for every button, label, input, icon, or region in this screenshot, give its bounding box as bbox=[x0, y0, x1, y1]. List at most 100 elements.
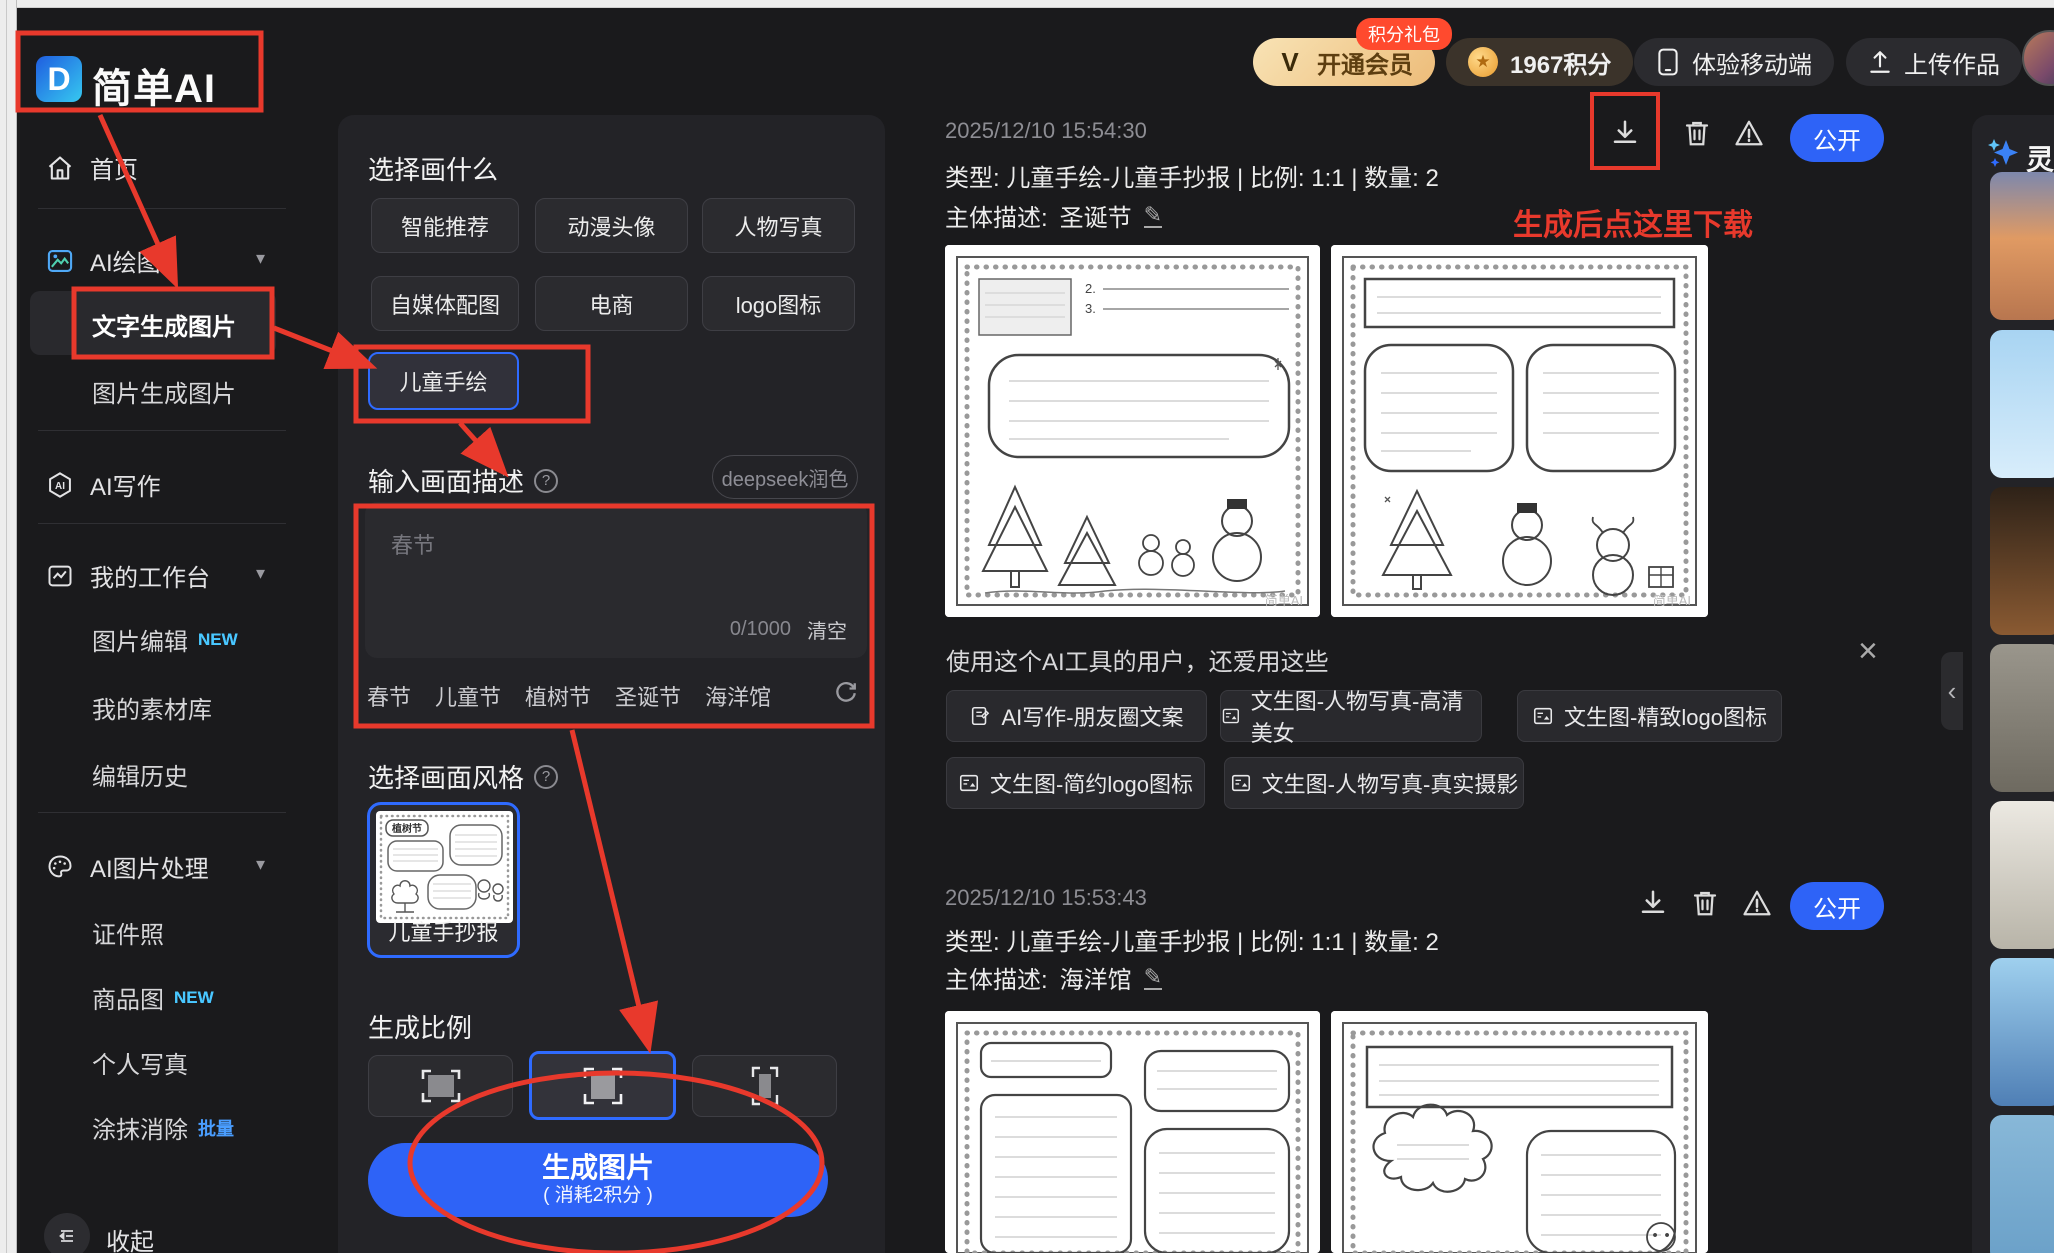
related-tool-logo-simple[interactable]: 文生图-简约logo图标 bbox=[946, 757, 1205, 809]
sidebar-item-ai-writing[interactable]: AI AI写作 bbox=[46, 467, 161, 502]
generated-image[interactable] bbox=[945, 1011, 1320, 1253]
tag-arbor-day[interactable]: 植树节 bbox=[525, 680, 591, 712]
tag-spring-festival[interactable]: 春节 bbox=[367, 680, 411, 712]
inspiration-thumbnail[interactable] bbox=[1990, 801, 2054, 949]
related-tool-portrait-beauty[interactable]: 文生图-人物写真-高清美女 bbox=[1220, 689, 1482, 746]
related-tool-ai-writing[interactable]: AI写作-朋友圈文案 bbox=[946, 690, 1207, 742]
sidebar-item-label: AI图片处理 bbox=[90, 856, 209, 883]
publish-button[interactable]: 公开 bbox=[1790, 882, 1884, 930]
upload-work-button[interactable]: 上传作品 bbox=[1846, 38, 2022, 86]
inspiration-thumbnail[interactable] bbox=[1990, 958, 2054, 1106]
sidebar-item-home[interactable]: 首页 bbox=[46, 150, 138, 185]
edit-pencil-icon[interactable] bbox=[1143, 966, 1163, 990]
inspiration-collapse-tab[interactable] bbox=[1941, 652, 1963, 730]
category-portrait[interactable]: 人物写真 bbox=[702, 198, 855, 253]
category-children-drawing[interactable]: 儿童手绘 bbox=[368, 352, 519, 410]
text-to-image-icon bbox=[960, 774, 979, 792]
points-button[interactable]: 1967积分 bbox=[1446, 38, 1634, 86]
style-title: 选择画面风格 bbox=[368, 763, 525, 793]
brand-logo-text[interactable]: 简单AI bbox=[92, 56, 216, 114]
christmas-newspaper-sketch-2: 简单AI bbox=[1331, 245, 1708, 617]
category-ecommerce[interactable]: 电商 bbox=[535, 276, 688, 331]
mobile-app-button[interactable]: 体验移动端 bbox=[1634, 38, 1834, 86]
sidebar-item-ai-draw[interactable]: AI绘图 bbox=[46, 243, 161, 278]
points-gift-badge: 积分礼包 bbox=[1356, 18, 1452, 50]
batch-badge: 批量 bbox=[198, 1118, 234, 1139]
sidebar-item-workbench[interactable]: 我的工作台 bbox=[46, 558, 210, 593]
report-warning-icon[interactable] bbox=[1742, 888, 1772, 918]
sidebar-item-product-image[interactable]: 商品图 NEW bbox=[92, 980, 214, 1015]
user-avatar[interactable] bbox=[2022, 30, 2054, 86]
ratio-option-landscape[interactable] bbox=[368, 1055, 513, 1117]
report-warning-icon[interactable] bbox=[1734, 118, 1764, 148]
related-tool-logo-fine[interactable]: 文生图-精致logo图标 bbox=[1517, 690, 1782, 742]
tag-aquarium[interactable]: 海洋馆 bbox=[705, 680, 771, 712]
chevron-down-icon[interactable] bbox=[256, 248, 265, 269]
ai-hexagon-icon: AI bbox=[49, 471, 71, 498]
sidebar-item-ai-image-processing[interactable]: AI图片处理 bbox=[46, 849, 209, 884]
palette-icon bbox=[48, 855, 72, 877]
collapse-label[interactable]: 收起 bbox=[106, 1222, 154, 1253]
download-hint-annotation: 生成后点这里下载 bbox=[1513, 209, 1753, 242]
text-to-image-icon bbox=[1231, 774, 1250, 792]
style-title-row: 选择画面风格 bbox=[368, 758, 559, 795]
brand-logo-icon[interactable]: D bbox=[36, 56, 82, 102]
new-badge: NEW bbox=[174, 987, 214, 1007]
inspiration-thumbnail[interactable] bbox=[1990, 644, 2054, 792]
style-card-label: 儿童手抄报 bbox=[388, 920, 499, 945]
edit-pencil-icon[interactable] bbox=[1143, 204, 1163, 228]
sidebar-item-image-to-image[interactable]: 图片生成图片 bbox=[92, 374, 236, 409]
category-anime-avatar[interactable]: 动漫头像 bbox=[535, 198, 688, 253]
inspiration-thumbnail[interactable] bbox=[1990, 330, 2054, 478]
close-icon[interactable] bbox=[1858, 636, 1878, 666]
trash-icon[interactable] bbox=[1690, 888, 1720, 918]
sidebar-item-edit-history[interactable]: 编辑历史 bbox=[92, 757, 188, 792]
deepseek-polish-button[interactable]: deepseek润色 bbox=[712, 455, 858, 499]
prompt-placeholder: 春节 bbox=[391, 533, 436, 558]
window-top-edge bbox=[0, 0, 2054, 8]
question-icon[interactable] bbox=[534, 468, 559, 493]
generated-image[interactable]: 简单AI bbox=[1331, 245, 1708, 617]
related-tool-portrait-photo[interactable]: 文生图-人物写真-真实摄影 bbox=[1224, 757, 1524, 809]
sidebar-divider bbox=[38, 812, 286, 813]
sidebar-item-id-photo[interactable]: 证件照 bbox=[92, 915, 164, 950]
home-icon bbox=[48, 155, 72, 180]
related-tool-label: 文生图-简约logo图标 bbox=[990, 772, 1193, 797]
style-thumbnail: 植树节 bbox=[376, 811, 513, 923]
category-social-media[interactable]: 自媒体配图 bbox=[371, 276, 519, 331]
chevron-down-icon[interactable] bbox=[256, 854, 265, 875]
ratio-option-square-selected[interactable] bbox=[529, 1051, 676, 1120]
sidebar-item-text-to-image[interactable]: 文字生成图片 bbox=[92, 307, 236, 342]
prompt-textarea[interactable]: 春节 0/1000 清空 bbox=[365, 502, 867, 658]
sidebar-collapse-button[interactable] bbox=[44, 1213, 90, 1253]
inspiration-thumbnail[interactable] bbox=[1990, 172, 2054, 320]
sidebar-item-material-library[interactable]: 我的素材库 bbox=[92, 690, 212, 725]
ratio-option-portrait[interactable] bbox=[692, 1055, 837, 1117]
generated-image[interactable]: 2. 3. 简单AI bbox=[945, 245, 1320, 617]
generated-image[interactable] bbox=[1331, 1011, 1708, 1253]
download-icon[interactable] bbox=[1638, 888, 1668, 918]
sidebar-item-smudge-erase[interactable]: 涂抹消除 批量 bbox=[92, 1110, 234, 1145]
clear-button[interactable]: 清空 bbox=[807, 615, 847, 644]
sidebar-item-image-edit[interactable]: 图片编辑 NEW bbox=[92, 622, 238, 657]
result-desc-row: 主体描述: 海洋馆 bbox=[945, 960, 1163, 995]
sidebar-item-label: 文字生成图片 bbox=[92, 314, 236, 341]
category-logo[interactable]: logo图标 bbox=[702, 276, 855, 331]
related-tool-label: AI写作-朋友圈文案 bbox=[1001, 705, 1184, 730]
generate-button[interactable]: 生成图片 ( 消耗2积分 ) bbox=[368, 1143, 828, 1217]
publish-button[interactable]: 公开 bbox=[1790, 114, 1884, 162]
question-icon[interactable] bbox=[534, 764, 559, 789]
style-card-children-newspaper[interactable]: 植树节 儿童手抄报 bbox=[367, 802, 520, 958]
sidebar-item-personal-portrait[interactable]: 个人写真 bbox=[92, 1045, 188, 1080]
inspiration-thumbnail[interactable] bbox=[1990, 1115, 2054, 1253]
chevron-down-icon[interactable] bbox=[256, 563, 265, 584]
tag-christmas[interactable]: 圣诞节 bbox=[615, 680, 681, 712]
category-smart-recommend[interactable]: 智能推荐 bbox=[371, 198, 519, 253]
char-counter: 0/1000 bbox=[729, 618, 791, 640]
refresh-icon[interactable] bbox=[832, 678, 860, 706]
inspiration-thumbnail[interactable] bbox=[1990, 487, 2054, 635]
vip-crown-icon bbox=[1275, 47, 1305, 77]
download-icon[interactable] bbox=[1610, 118, 1640, 148]
trash-icon[interactable] bbox=[1682, 118, 1712, 148]
tag-childrens-day[interactable]: 儿童节 bbox=[435, 680, 501, 712]
